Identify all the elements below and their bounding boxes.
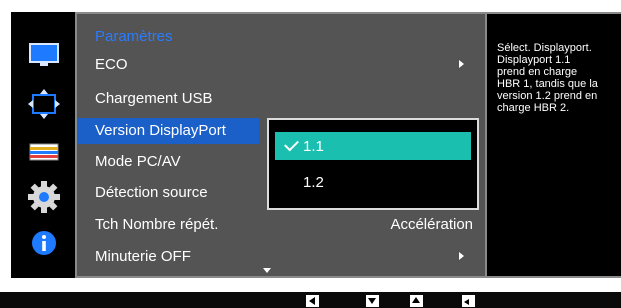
menu-item-label: Mode PC/AV: [95, 153, 181, 170]
menu-title: Paramètres: [95, 28, 173, 45]
up-key-icon: [410, 295, 423, 307]
option-1-1[interactable]: 1.1: [275, 132, 471, 160]
scroll-down-icon[interactable]: [263, 268, 271, 273]
menu-item-label: Minuterie OFF: [95, 248, 191, 265]
option-1-2[interactable]: 1.2: [275, 168, 471, 196]
help-panel: Sélect. Displayport. Displayport 1.1 pre…: [487, 12, 621, 278]
menu-item-key-repeat[interactable]: Tch Nombre répét. Accélération: [77, 212, 485, 238]
option-label: 1.1: [303, 138, 324, 155]
osd-panel: Paramètres ECO Chargement USB Version Di…: [11, 12, 621, 278]
option-label: 1.2: [303, 174, 324, 191]
menu-item-off-timer[interactable]: Minuterie OFF: [77, 244, 485, 270]
checkmark-icon: [284, 136, 299, 152]
key-guide-bar: [0, 292, 621, 308]
menu-item-label: Tch Nombre répét.: [95, 216, 219, 233]
menu-item-label: Détection source: [95, 184, 208, 201]
gear-icon[interactable]: [27, 180, 61, 214]
menu-item-displayport-version[interactable]: Version DisplayPort: [77, 118, 259, 144]
down-key-icon: [366, 295, 379, 307]
chevron-right-icon: [459, 60, 464, 68]
icon-bar: [11, 12, 75, 278]
menu-item-label: Version DisplayPort: [95, 122, 226, 139]
menu-item-label: Chargement USB: [95, 90, 213, 107]
monitor-icon[interactable]: [27, 38, 61, 72]
menu-item-eco[interactable]: ECO: [77, 52, 485, 78]
chevron-right-icon: [459, 252, 464, 260]
left-key-icon: [306, 295, 319, 307]
help-text: Sélect. Displayport. Displayport 1.1 pre…: [497, 42, 598, 114]
enter-key-icon: [462, 295, 475, 307]
color-bars-icon[interactable]: [27, 135, 61, 169]
info-icon[interactable]: [27, 226, 61, 260]
resize-icon[interactable]: [27, 87, 61, 121]
menu-item-label: ECO: [95, 56, 128, 73]
menu-item-usb-charging[interactable]: Chargement USB: [77, 86, 485, 112]
menu-item-value: Accélération: [390, 216, 473, 233]
displayport-version-submenu: 1.1 1.2: [267, 118, 479, 210]
